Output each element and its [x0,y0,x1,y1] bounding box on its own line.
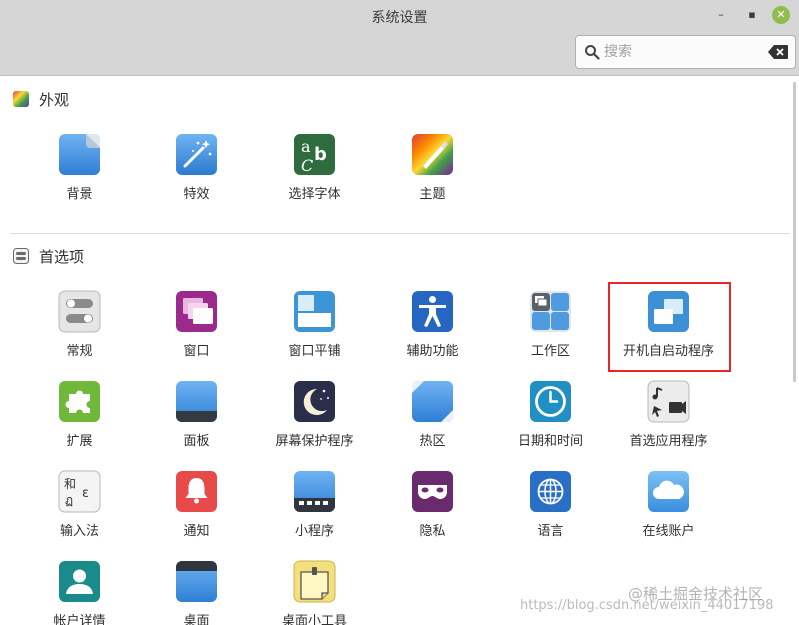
item-screensaver[interactable]: 屏幕保护程序 [257,380,372,460]
item-general-label: 常规 [66,344,93,359]
window-tiling-icon [293,290,336,333]
window-title: 系统设置 [371,10,428,26]
search-icon [585,45,600,60]
mask-icon [411,470,454,513]
item-desktop[interactable]: 桌面 [139,560,254,625]
item-accessibility-label: 辅助功能 [406,344,459,359]
applets-icon [293,470,336,513]
preferred-apps-icon [647,380,690,423]
item-startup-apps-label: 开机自启动程序 [622,344,714,359]
item-background-label: 背景 [66,187,93,202]
item-preferred-apps[interactable]: 首选应用程序 [611,380,726,460]
globe-icon [529,470,572,513]
fonts-icon: a b C [293,133,336,176]
section-preferences-title: 首选项 [39,247,85,266]
item-effects[interactable]: 特效 [139,133,254,213]
fonts-glyph-b: b [314,144,327,165]
themes-icon [411,133,454,176]
workspaces-icon [529,290,572,333]
search-box[interactable] [575,35,796,69]
clear-search-icon[interactable] [768,45,788,59]
item-extensions-label: 扩展 [66,434,93,449]
puzzle-icon [58,380,101,423]
item-languages-label: 语言 [537,524,564,539]
fonts-glyph-c: C [301,156,313,175]
item-windows[interactable]: 窗口 [139,290,254,370]
search-input[interactable] [604,40,764,64]
item-workspaces-label: 工作区 [530,344,570,359]
clock-icon [529,380,572,423]
section-divider [10,233,790,234]
item-hot-corners[interactable]: 热区 [375,380,490,460]
watermark-url: https://blog.csdn.net/weixin_44017198 [520,598,774,613]
maximize-button[interactable]: ▪ [743,6,761,24]
sticky-note-icon [293,560,336,603]
item-notifications-label: 通知 [183,524,210,539]
input-method-glyph-bottom: ฏ [65,493,73,507]
item-accessibility[interactable]: 辅助功能 [375,290,490,370]
item-hot-corners-label: 热区 [419,434,446,449]
title-bar: 系统设置 – ▪ ✕ [0,0,799,76]
item-notifications[interactable]: 通知 [139,470,254,550]
moon-icon [293,380,336,423]
section-appearance-header: 外观 [13,89,69,109]
item-account-details[interactable]: 帐户详情 [22,560,137,625]
item-windows-label: 窗口 [183,344,210,359]
panel-icon [175,380,218,423]
item-general[interactable]: 常规 [22,290,137,370]
bell-icon [175,470,218,513]
fonts-glyph-a: a [301,137,311,156]
item-languages[interactable]: 语言 [493,470,608,550]
item-privacy-label: 隐私 [419,524,446,539]
item-panel-label: 面板 [183,434,210,449]
input-method-glyph-top: 和 [64,477,76,491]
preferences-section-icon [13,248,29,264]
minimize-button[interactable]: – [712,6,730,24]
section-preferences-header: 首选项 [13,246,84,266]
cloud-icon [647,470,690,513]
item-window-tiling[interactable]: 窗口平铺 [257,290,372,370]
toggles-icon [58,290,101,333]
item-privacy[interactable]: 隐私 [375,470,490,550]
hot-corners-icon [411,380,454,423]
item-input-method[interactable]: 和 ฏ ε 输入法 [22,470,137,550]
item-applets[interactable]: 小程序 [257,470,372,550]
startup-apps-icon [647,290,690,333]
input-method-glyph-side: ε [82,486,89,501]
item-date-time-label: 日期和时间 [517,434,583,449]
item-desktop-label: 桌面 [183,614,210,625]
item-effects-label: 特效 [183,187,210,202]
item-online-accounts[interactable]: 在线账户 [611,470,726,550]
item-preferred-apps-label: 首选应用程序 [629,434,708,449]
user-icon [58,560,101,603]
magic-wand-icon [175,133,218,176]
windows-icon [175,290,218,333]
accessibility-icon [411,290,454,333]
item-themes[interactable]: 主题 [375,133,490,213]
close-button[interactable]: ✕ [772,6,790,24]
item-fonts-label: 选择字体 [288,187,341,202]
item-extensions[interactable]: 扩展 [22,380,137,460]
appearance-section-icon [13,91,29,107]
item-background[interactable]: 背景 [22,133,137,213]
item-themes-label: 主题 [419,187,446,202]
item-startup-apps[interactable]: 开机自启动程序 [611,290,726,370]
desktop-icon [175,560,218,603]
item-fonts[interactable]: a b C 选择字体 [257,133,372,213]
item-desklets-label: 桌面小工具 [281,614,347,625]
section-appearance-title: 外观 [39,90,70,109]
input-method-icon: 和 ฏ ε [58,470,101,513]
scrollbar[interactable] [793,82,796,382]
item-window-tiling-label: 窗口平铺 [288,344,341,359]
item-panel[interactable]: 面板 [139,380,254,460]
item-workspaces[interactable]: 工作区 [493,290,608,370]
item-date-time[interactable]: 日期和时间 [493,380,608,460]
item-online-accounts-label: 在线账户 [642,524,695,539]
item-screensaver-label: 屏幕保护程序 [275,434,354,449]
item-desklets[interactable]: 桌面小工具 [257,560,372,625]
item-account-details-label: 帐户详情 [53,614,106,625]
item-input-method-label: 输入法 [59,524,99,539]
background-icon [58,133,101,176]
item-applets-label: 小程序 [294,524,334,539]
